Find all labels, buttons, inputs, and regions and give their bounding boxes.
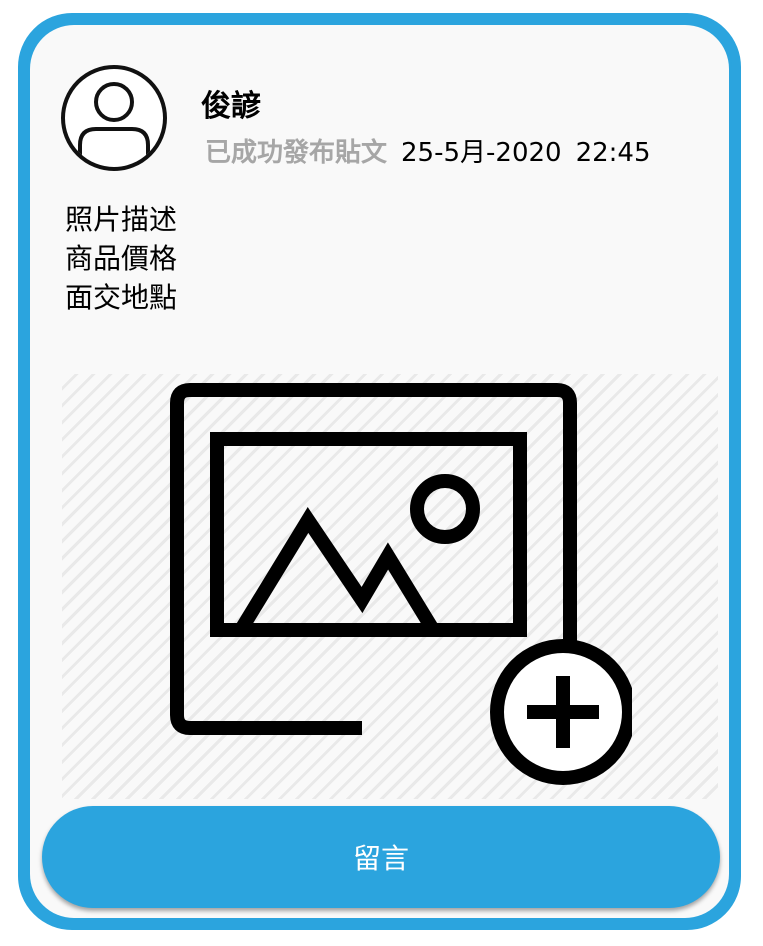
post-time: 22:45 xyxy=(575,138,651,168)
detail-photo-description: 照片描述 xyxy=(65,203,178,236)
post-card-body: 俊諺 已成功發布貼文 25-5月-2020 22:45 照片描述 商品價格 面交地點… xyxy=(30,25,729,918)
detail-price: 商品價格 xyxy=(65,242,178,275)
photo-placeholder[interactable] xyxy=(62,374,718,799)
post-meta: 已成功發布貼文 25-5月-2020 22:45 xyxy=(205,135,651,171)
post-status: 已成功發布貼文 xyxy=(205,138,388,168)
post-username: 俊諺 xyxy=(201,89,261,124)
comment-button[interactable]: 留言 xyxy=(42,806,720,908)
detail-meeting-location: 面交地點 xyxy=(65,281,178,314)
add-photo-icon xyxy=(170,383,632,785)
post-card: 俊諺 已成功發布貼文 25-5月-2020 22:45 照片描述 商品價格 面交地點… xyxy=(18,13,741,930)
user-avatar-icon[interactable] xyxy=(61,65,167,177)
post-details: 照片描述 商品價格 面交地點 xyxy=(65,200,177,317)
post-date: 25-5月-2020 xyxy=(401,138,562,168)
